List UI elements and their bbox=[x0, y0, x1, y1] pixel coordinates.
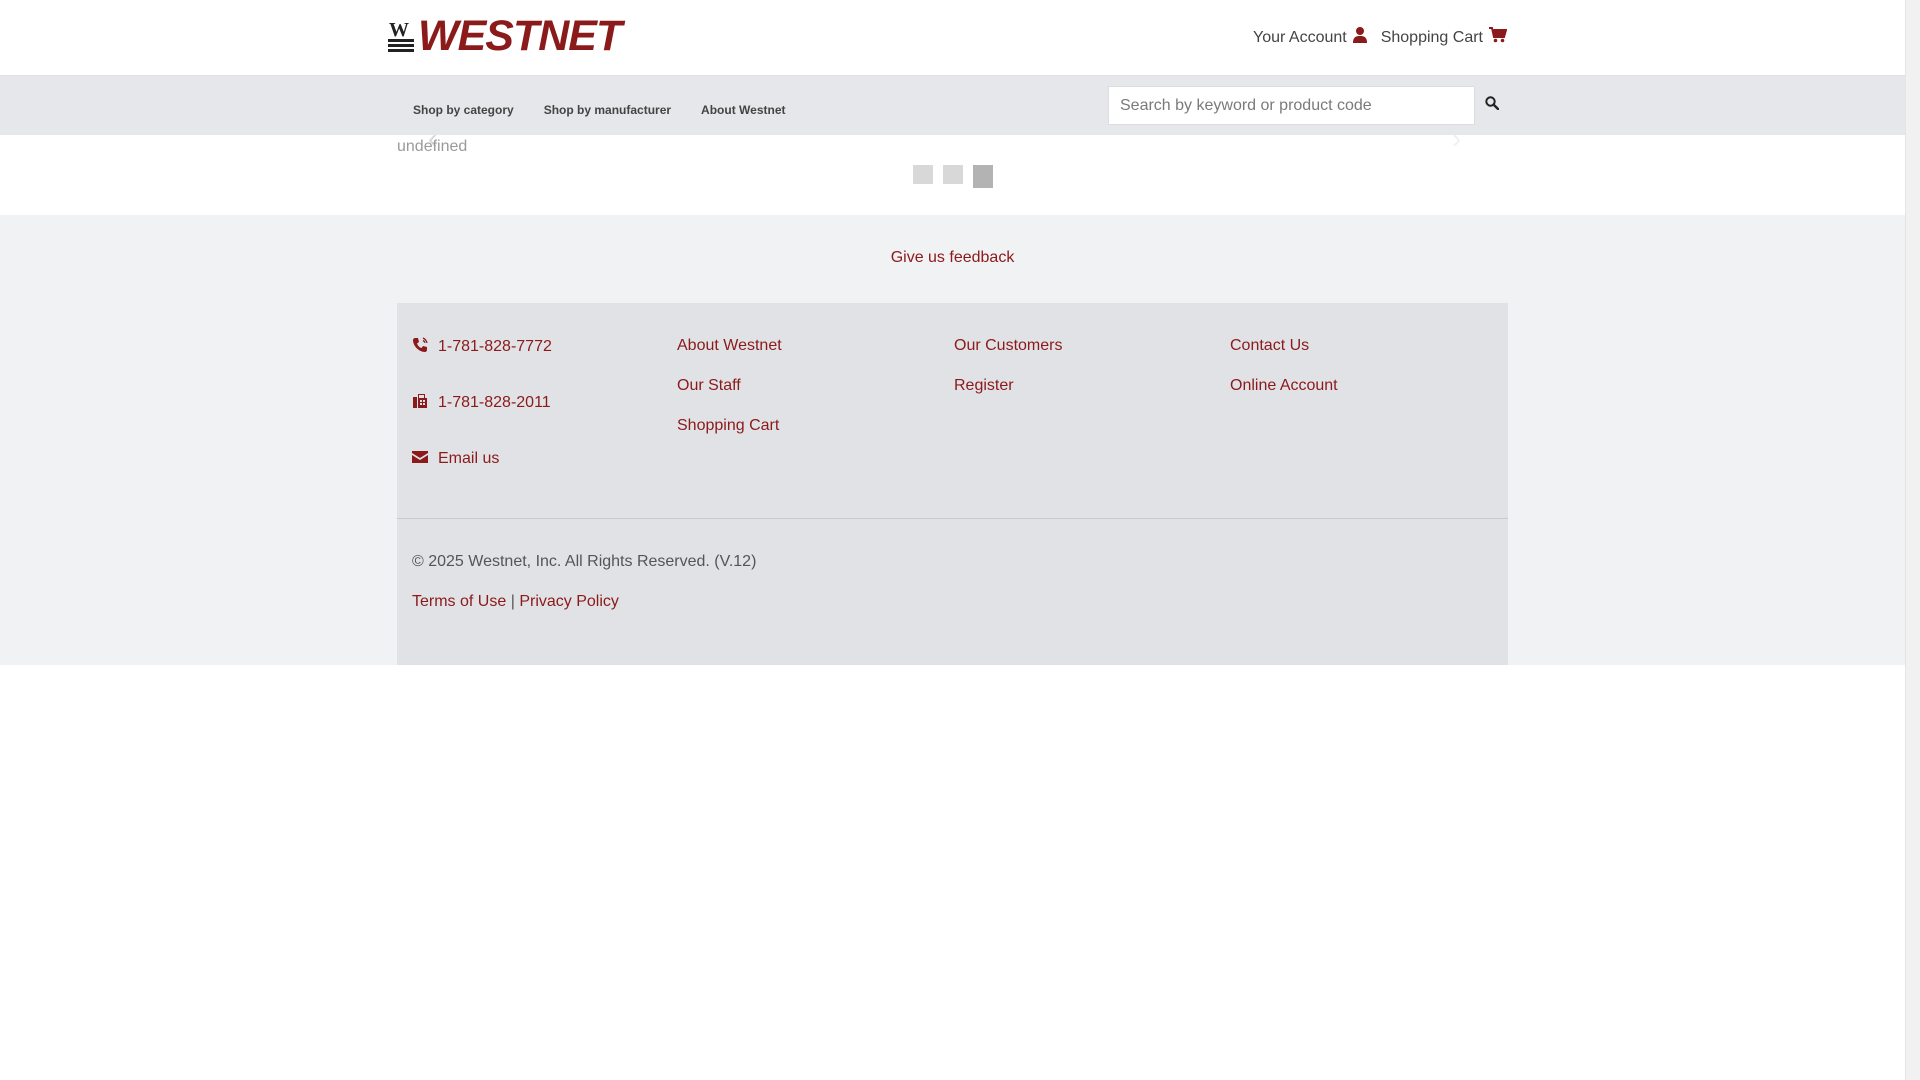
site-header: W WESTNET Your Account Shopping Cart bbox=[0, 0, 1905, 75]
page-scrollbar[interactable] bbox=[1905, 0, 1920, 1080]
phone-link[interactable]: 1-781-828-7772 bbox=[412, 336, 552, 358]
slider-dots bbox=[913, 165, 993, 188]
footer-panel: 1-781-828-7772 1-781-828-2011 Email us A… bbox=[397, 303, 1508, 665]
footer-links-column-1: About Westnet Our Staff Shopping Cart bbox=[677, 337, 782, 457]
footer-link-register[interactable]: Register bbox=[954, 377, 1062, 397]
westnet-logo[interactable]: W WESTNET bbox=[388, 12, 622, 60]
fax-icon bbox=[412, 393, 428, 414]
page: W WESTNET Your Account Shopping Cart Sho… bbox=[0, 0, 1905, 1080]
slider-dot-3[interactable] bbox=[973, 165, 993, 188]
privacy-policy-link[interactable]: Privacy Policy bbox=[519, 593, 619, 610]
email-link[interactable]: Email us bbox=[412, 449, 552, 469]
user-icon bbox=[1352, 27, 1367, 48]
email-label: Email us bbox=[438, 450, 500, 467]
give-feedback-link[interactable]: Give us feedback bbox=[0, 249, 1905, 267]
copyright-text: © 2025 Westnet, Inc. All Rights Reserved… bbox=[412, 553, 757, 570]
search-icon bbox=[1484, 96, 1499, 115]
envelope-icon bbox=[412, 450, 428, 469]
legal-links: Terms of Use | Privacy Policy bbox=[412, 593, 619, 611]
footer-link-shopping-cart[interactable]: Shopping Cart bbox=[677, 417, 782, 437]
footer-link-about-westnet[interactable]: About Westnet bbox=[677, 337, 782, 357]
footer-links-column-3: Contact Us Online Account bbox=[1230, 337, 1338, 417]
footer-links-column-2: Our Customers Register bbox=[954, 337, 1062, 417]
footer-link-our-staff[interactable]: Our Staff bbox=[677, 377, 782, 397]
slider-caption: undefined bbox=[397, 138, 468, 155]
nav-about-westnet[interactable]: About Westnet bbox=[686, 80, 800, 140]
logo-text: WESTNET bbox=[418, 12, 622, 60]
banner-slider: ‹ undefined › bbox=[0, 123, 1905, 215]
search-bar bbox=[1108, 86, 1508, 125]
footer-divider bbox=[397, 518, 1508, 519]
logo-mark-icon: W bbox=[388, 18, 414, 54]
footer-link-online-account[interactable]: Online Account bbox=[1230, 377, 1338, 397]
nav-shop-by-category[interactable]: Shop by category bbox=[398, 80, 529, 140]
legal-separator: | bbox=[510, 593, 515, 610]
header-links: Your Account Shopping Cart bbox=[1253, 27, 1508, 48]
terms-of-use-link[interactable]: Terms of Use bbox=[412, 593, 506, 610]
contact-column: 1-781-828-7772 1-781-828-2011 Email us bbox=[412, 336, 552, 505]
logo-mark-letter: W bbox=[389, 19, 409, 41]
slider-dot-2[interactable] bbox=[943, 165, 963, 184]
site-footer: Give us feedback 1-781-828-7772 1-781-82… bbox=[0, 215, 1905, 665]
fax-link[interactable]: 1-781-828-2011 bbox=[412, 393, 552, 413]
cart-icon bbox=[1489, 27, 1508, 48]
slider-dot-1[interactable] bbox=[913, 165, 933, 184]
fax-number: 1-781-828-2011 bbox=[438, 394, 551, 411]
nav-menu: Shop by category Shop by manufacturer Ab… bbox=[398, 76, 801, 136]
slider-next-arrow[interactable]: › bbox=[1452, 123, 1461, 155]
nav-shop-by-manufacturer[interactable]: Shop by manufacturer bbox=[529, 80, 686, 140]
search-button[interactable] bbox=[1475, 86, 1508, 125]
your-account-link[interactable]: Your Account bbox=[1253, 27, 1367, 48]
search-input[interactable] bbox=[1108, 86, 1475, 125]
main-navbar: Shop by category Shop by manufacturer Ab… bbox=[0, 75, 1905, 135]
footer-link-our-customers[interactable]: Our Customers bbox=[954, 337, 1062, 357]
phone-icon bbox=[412, 336, 428, 358]
footer-link-contact-us[interactable]: Contact Us bbox=[1230, 337, 1338, 357]
shopping-cart-link[interactable]: Shopping Cart bbox=[1380, 27, 1508, 48]
shopping-cart-label: Shopping Cart bbox=[1380, 28, 1483, 46]
phone-number: 1-781-828-7772 bbox=[438, 338, 552, 355]
your-account-label: Your Account bbox=[1253, 28, 1347, 46]
